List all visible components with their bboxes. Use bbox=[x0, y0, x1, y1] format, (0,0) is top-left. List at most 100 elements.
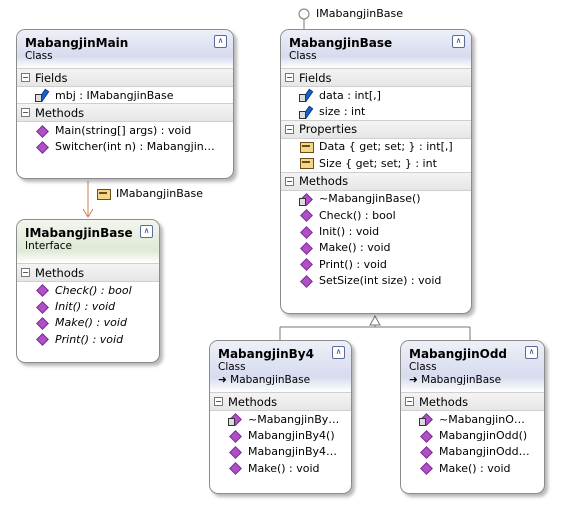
minus-toggle-icon[interactable]: − bbox=[21, 108, 30, 118]
method-row[interactable]: ~MabangjinO… bbox=[405, 411, 540, 427]
protected-method-icon bbox=[419, 413, 433, 427]
by4-stereotype: Class bbox=[218, 361, 246, 373]
iface-title: IMabangjinBase bbox=[25, 226, 133, 240]
field-text: mbj : IMabangjinBase bbox=[55, 88, 174, 102]
method-icon bbox=[35, 333, 49, 345]
field-row[interactable]: data : int[,] bbox=[285, 87, 467, 103]
methods-section-header[interactable]: − Methods bbox=[17, 263, 159, 282]
collapse-icon[interactable]: ∧ bbox=[332, 346, 345, 359]
property-text: Size { get; set; } : int bbox=[319, 156, 437, 170]
class-mabangjin-by4[interactable]: MabangjinBy4 Class ➜ MabangjinBase ∧ − M… bbox=[209, 340, 352, 494]
minus-toggle-icon[interactable]: − bbox=[405, 397, 414, 406]
odd-title: MabangjinOdd bbox=[409, 347, 508, 361]
method-row[interactable]: Make() : void bbox=[285, 240, 467, 256]
class-mabangjin-main[interactable]: MabangjinMain Class ∧ − Fields mbj : IMa… bbox=[16, 29, 234, 179]
section-label: Methods bbox=[35, 265, 85, 280]
method-row[interactable]: MabangjinBy4… bbox=[214, 444, 347, 460]
section-label: Fields bbox=[299, 70, 332, 85]
methods-section-header[interactable]: − Methods bbox=[17, 103, 233, 123]
method-row[interactable]: Make() : void bbox=[214, 460, 347, 476]
method-text: MabangjinBy4() bbox=[248, 429, 335, 443]
odd-base-ref: ➜ MabangjinBase bbox=[409, 374, 502, 386]
methods-section-header[interactable]: − Methods bbox=[281, 171, 471, 191]
method-text: Make() : void bbox=[319, 241, 391, 255]
method-text: Init() : void bbox=[319, 225, 380, 239]
field-row[interactable]: mbj : IMabangjinBase bbox=[21, 87, 229, 103]
odd-header: MabangjinOdd Class ➜ MabangjinBase ∧ bbox=[401, 341, 544, 392]
field-row[interactable]: size : int bbox=[285, 103, 467, 119]
method-text: Make() : void bbox=[55, 316, 127, 330]
field-icon bbox=[299, 106, 313, 119]
property-row[interactable]: Data { get; set; } : int[,] bbox=[285, 139, 467, 155]
method-text: Print() : void bbox=[55, 332, 124, 346]
property-row[interactable]: Size { get; set; } : int bbox=[285, 155, 467, 171]
method-text: Print() : void bbox=[319, 257, 387, 271]
method-row[interactable]: MabangjinBy4() bbox=[214, 427, 347, 443]
section-label: Methods bbox=[299, 174, 349, 189]
association-icon bbox=[96, 188, 111, 200]
method-row[interactable]: Print() : void bbox=[21, 331, 155, 347]
method-icon bbox=[228, 446, 242, 458]
method-text: MabangjinOdd… bbox=[439, 445, 530, 459]
collapse-icon[interactable]: ∧ bbox=[214, 35, 227, 48]
by4-title: MabangjinBy4 bbox=[218, 347, 314, 361]
class-mabangjin-odd[interactable]: MabangjinOdd Class ➜ MabangjinBase ∧ − M… bbox=[400, 340, 545, 494]
method-text: MabangjinOdd() bbox=[439, 429, 528, 443]
association-label: IMabangjinBase bbox=[116, 187, 204, 200]
minus-toggle-icon[interactable]: − bbox=[21, 73, 30, 82]
minus-toggle-icon[interactable]: − bbox=[285, 73, 294, 82]
method-icon bbox=[419, 462, 433, 474]
method-icon bbox=[228, 462, 242, 474]
interface-imabangjin-base[interactable]: IMabangjinBase Interface ∧ − Methods Che… bbox=[16, 219, 160, 363]
main-title: MabangjinMain bbox=[25, 36, 129, 50]
method-icon bbox=[35, 301, 49, 313]
method-text: ~MabangjinO… bbox=[439, 412, 525, 426]
minus-toggle-icon[interactable]: − bbox=[285, 124, 294, 134]
fields-section-header[interactable]: − Fields bbox=[17, 68, 233, 87]
collapse-icon[interactable]: ∧ bbox=[452, 35, 465, 48]
method-icon bbox=[299, 275, 313, 287]
main-stereotype: Class bbox=[25, 50, 53, 62]
method-row[interactable]: MabangjinOdd… bbox=[405, 444, 540, 460]
method-row[interactable]: Main(string[] args) : void bbox=[21, 122, 229, 138]
field-icon bbox=[35, 89, 49, 103]
minus-toggle-icon[interactable]: − bbox=[285, 176, 294, 186]
properties-section-header[interactable]: − Properties bbox=[281, 119, 471, 139]
protected-method-icon bbox=[299, 193, 313, 206]
method-row[interactable]: ~MabangjinBy… bbox=[214, 411, 347, 427]
method-text: Check() : bool bbox=[319, 208, 396, 222]
methods-section-header[interactable]: − Methods bbox=[401, 392, 544, 411]
method-text: Init() : void bbox=[55, 300, 116, 314]
field-icon bbox=[299, 89, 313, 103]
method-text: Make() : void bbox=[439, 461, 511, 475]
method-icon bbox=[228, 430, 242, 442]
collapse-icon[interactable]: ∧ bbox=[140, 225, 153, 238]
iface-stereotype: Interface bbox=[25, 240, 73, 252]
method-icon bbox=[299, 258, 313, 270]
method-icon bbox=[35, 125, 49, 137]
lollipop-circle bbox=[298, 8, 310, 20]
section-label: Methods bbox=[419, 394, 469, 409]
minus-toggle-icon[interactable]: − bbox=[21, 268, 30, 277]
method-row[interactable]: Make() : void bbox=[21, 315, 155, 331]
method-row[interactable]: Make() : void bbox=[405, 460, 540, 476]
method-row[interactable]: Init() : void bbox=[285, 223, 467, 239]
section-label: Methods bbox=[35, 105, 85, 120]
collapse-icon[interactable]: ∧ bbox=[525, 346, 538, 359]
base-title: MabangjinBase bbox=[289, 36, 393, 50]
method-row[interactable]: Check() : bool bbox=[285, 207, 467, 223]
method-row[interactable]: ~MabangjinBase() bbox=[285, 191, 467, 207]
method-row[interactable]: Switcher(int n) : Mabangjin… bbox=[21, 139, 229, 155]
method-row[interactable]: Check() : bool bbox=[21, 282, 155, 298]
method-row[interactable]: SetSize(int size) : void bbox=[285, 273, 467, 289]
method-row[interactable]: MabangjinOdd() bbox=[405, 427, 540, 443]
class-mabangjin-base[interactable]: MabangjinBase Class ∧ − Fields data : in… bbox=[280, 29, 472, 314]
method-row[interactable]: Print() : void bbox=[285, 256, 467, 272]
methods-section-header[interactable]: − Methods bbox=[210, 392, 351, 411]
method-row[interactable]: Init() : void bbox=[21, 298, 155, 314]
base-header: MabangjinBase Class ∧ bbox=[281, 30, 471, 68]
iface-header: IMabangjinBase Interface ∧ bbox=[17, 220, 159, 263]
minus-toggle-icon[interactable]: − bbox=[214, 397, 223, 406]
by4-header: MabangjinBy4 Class ➜ MabangjinBase ∧ bbox=[210, 341, 351, 392]
fields-section-header[interactable]: − Fields bbox=[281, 68, 471, 87]
